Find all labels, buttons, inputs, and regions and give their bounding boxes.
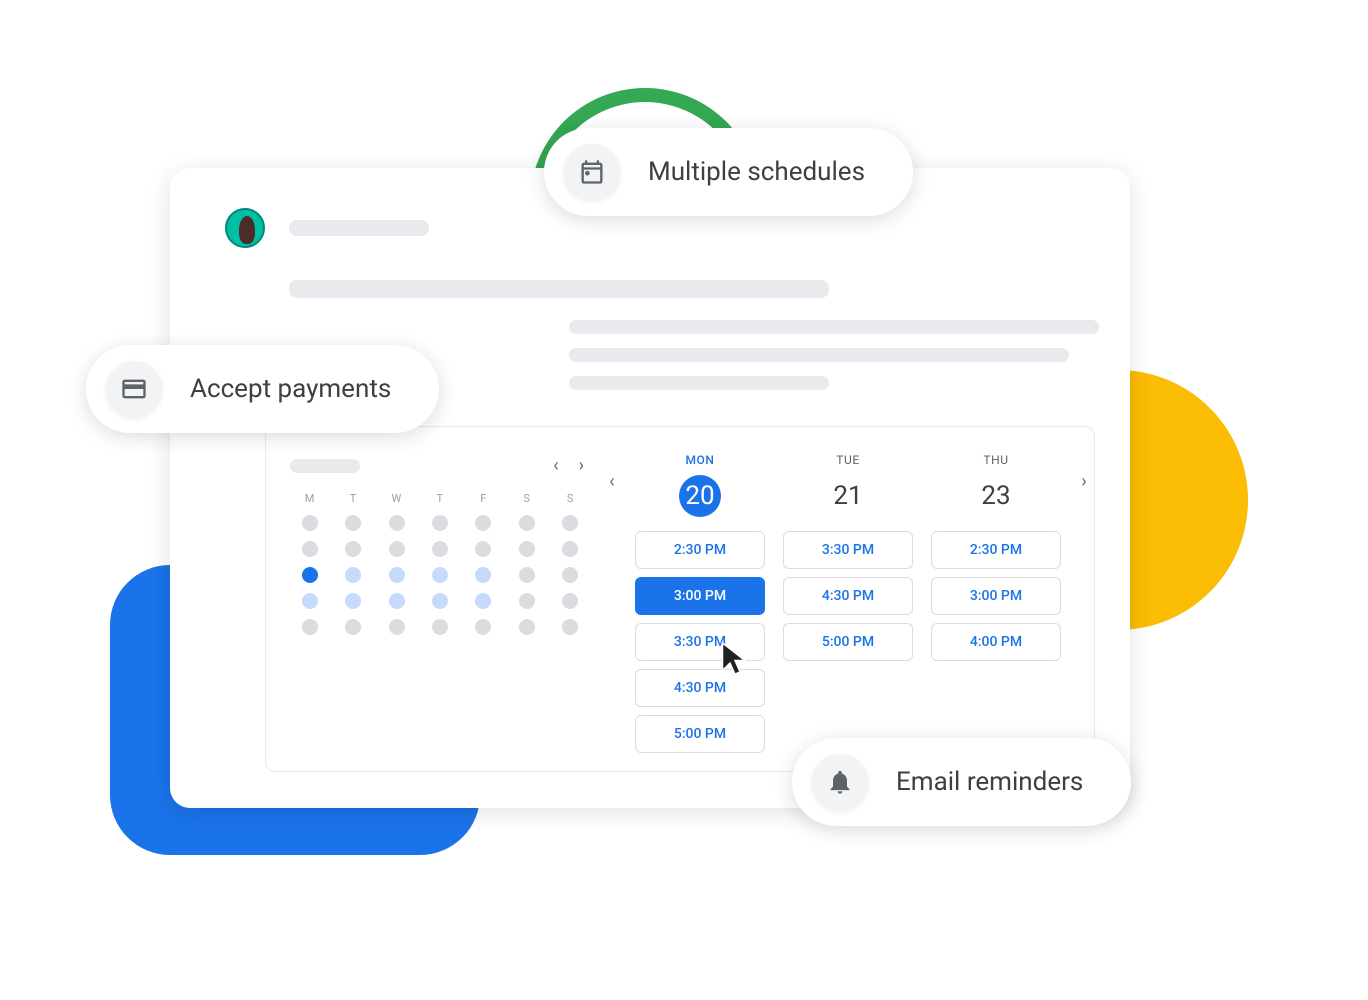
calendar-day-selected[interactable] xyxy=(302,567,318,583)
host-name-placeholder xyxy=(289,220,429,236)
title-placeholder xyxy=(289,280,829,298)
calendar-day xyxy=(432,619,448,635)
mini-calendar: ‹ › MTWTFSS xyxy=(290,453,590,753)
weekday: T xyxy=(333,492,372,505)
calendar-day-available[interactable] xyxy=(345,567,361,583)
desc-line-3 xyxy=(569,376,829,390)
desc-line-1 xyxy=(569,320,1099,334)
month-label-placeholder xyxy=(290,459,360,473)
prev-month-button[interactable]: ‹ xyxy=(547,453,564,478)
bell-icon xyxy=(812,754,868,810)
calendar-day xyxy=(519,567,535,583)
day-number[interactable]: 23 xyxy=(975,475,1017,517)
day-number[interactable]: 21 xyxy=(827,475,869,517)
calendar-day xyxy=(562,515,578,531)
calendar-day xyxy=(345,619,361,635)
calendar-day xyxy=(345,515,361,531)
timeslot-button[interactable]: 3:00 PM xyxy=(931,577,1061,615)
calendar-day xyxy=(562,593,578,609)
chip-label: Multiple schedules xyxy=(648,157,865,187)
timeslot-button[interactable]: 2:30 PM xyxy=(635,531,765,569)
calendar-day xyxy=(519,593,535,609)
calendar-day-available[interactable] xyxy=(345,593,361,609)
calendar-day xyxy=(562,567,578,583)
feature-chip-email-reminders: Email reminders xyxy=(792,738,1131,826)
weekday: M xyxy=(290,492,329,505)
weekday: T xyxy=(420,492,459,505)
calendar-day xyxy=(302,541,318,557)
calendar-grid xyxy=(290,515,590,635)
chip-label: Email reminders xyxy=(896,767,1083,797)
calendar-day-available[interactable] xyxy=(302,593,318,609)
calendar-day-available[interactable] xyxy=(475,593,491,609)
calendar-day xyxy=(562,619,578,635)
feature-chip-accept-payments: Accept payments xyxy=(86,345,439,433)
day-of-week: THU xyxy=(983,453,1008,467)
calendar-day xyxy=(389,515,405,531)
weekday: S xyxy=(507,492,546,505)
calendar-day xyxy=(519,619,535,635)
calendar-day-available[interactable] xyxy=(389,593,405,609)
desc-line-2 xyxy=(569,348,1069,362)
calendar-day-available[interactable] xyxy=(432,593,448,609)
calendar-day xyxy=(475,619,491,635)
calendar-day xyxy=(389,541,405,557)
weekday: W xyxy=(377,492,416,505)
avatar xyxy=(225,208,265,248)
calendar-day xyxy=(389,619,405,635)
cursor-icon xyxy=(720,640,750,676)
day-column: TUE 21 3:30 PM 4:30 PM 5:00 PM xyxy=(778,453,918,753)
calendar-day xyxy=(302,619,318,635)
calendar-day-available[interactable] xyxy=(389,567,405,583)
timeslot-button[interactable]: 3:30 PM xyxy=(783,531,913,569)
chip-label: Accept payments xyxy=(190,374,391,404)
day-column: MON202:30 PM3:00 PM3:30 PM4:30 PM5:00 PM xyxy=(630,453,770,753)
day-of-week: TUE xyxy=(836,453,860,467)
day-number[interactable]: 20 xyxy=(679,475,721,517)
calendar-day-available[interactable] xyxy=(432,567,448,583)
timeslot-button-selected[interactable]: 3:00 PM xyxy=(635,577,765,615)
booking-card: ‹ › MTWTFSS ‹ MON202:30 PM3:00 PM3:30 PM… xyxy=(170,168,1130,808)
next-month-button[interactable]: › xyxy=(573,453,590,478)
timeslot-button[interactable]: 4:00 PM xyxy=(931,623,1061,661)
calendar-day xyxy=(475,541,491,557)
calendar-day xyxy=(345,541,361,557)
card-icon xyxy=(106,361,162,417)
calendar-day xyxy=(519,515,535,531)
timeslot-area: ‹ MON 20 2:30 PM 3:00 PM 3:30 PM 4:30 PM 5:00 … xyxy=(602,453,1094,753)
day-of-week: MON xyxy=(685,453,714,467)
prev-day-button[interactable]: ‹ xyxy=(602,453,622,492)
timeslot-button[interactable]: 4:30 PM xyxy=(783,577,913,615)
calendar-day xyxy=(432,515,448,531)
calendar-icon xyxy=(564,144,620,200)
calendar-day xyxy=(475,515,491,531)
weekday: S xyxy=(551,492,590,505)
feature-chip-multiple-schedules: Multiple schedules xyxy=(544,128,913,216)
weekday-header: MTWTFSS xyxy=(290,492,590,505)
timeslot-button[interactable]: 2:30 PM xyxy=(931,531,1061,569)
calendar-day-available[interactable] xyxy=(475,567,491,583)
calendar-day xyxy=(519,541,535,557)
calendar-day xyxy=(562,541,578,557)
calendar-day xyxy=(302,515,318,531)
weekday: F xyxy=(464,492,503,505)
booking-panel: ‹ › MTWTFSS ‹ MON202:30 PM3:00 PM3:30 PM… xyxy=(265,426,1095,772)
timeslot-button[interactable]: 5:00 PM xyxy=(783,623,913,661)
day-column: THU 23 2:30 PM 3:00 PM 4:00 PM xyxy=(926,453,1066,753)
timeslot-button[interactable]: 5:00 PM xyxy=(635,715,765,753)
calendar-day xyxy=(432,541,448,557)
next-day-button[interactable]: › xyxy=(1074,453,1094,492)
